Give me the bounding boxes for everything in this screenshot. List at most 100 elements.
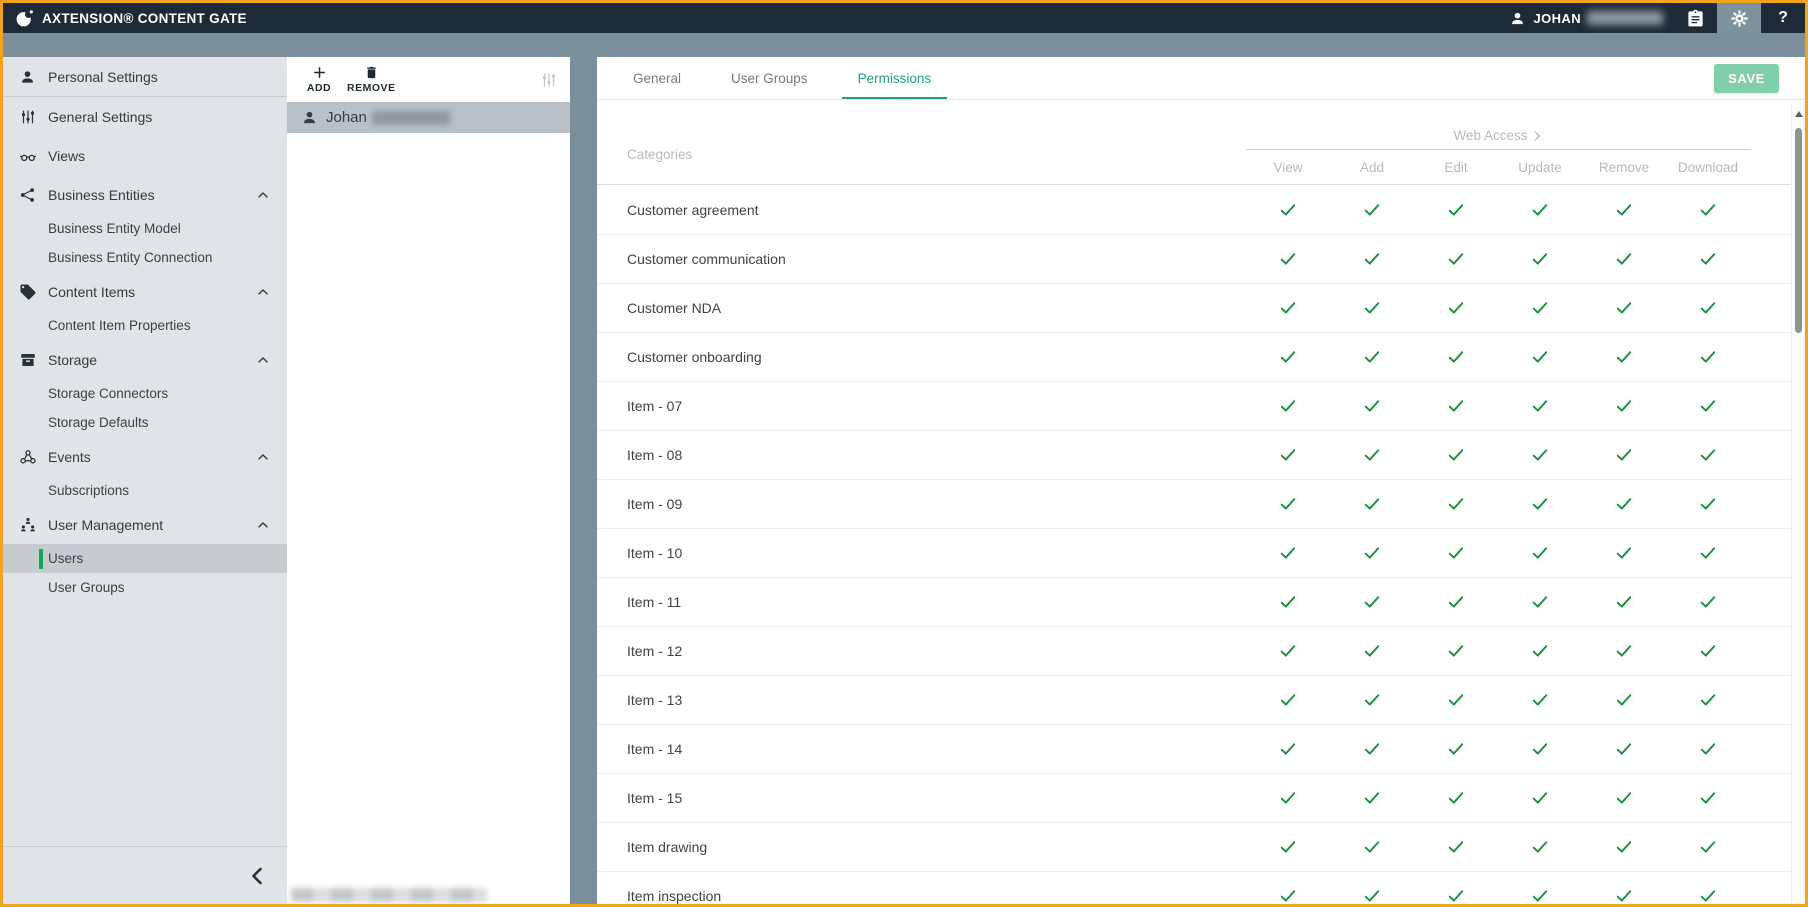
permission-cell-edit[interactable] xyxy=(1414,872,1498,905)
permission-cell-view[interactable] xyxy=(1246,627,1330,676)
permission-cell-view[interactable] xyxy=(1246,235,1330,284)
permission-cell-add[interactable] xyxy=(1330,186,1414,235)
sidebar-item-storage-connectors[interactable]: Storage Connectors xyxy=(3,379,287,408)
collapse-sidebar-button[interactable] xyxy=(243,861,273,891)
permission-cell-download[interactable] xyxy=(1666,676,1750,725)
permission-cell-remove[interactable] xyxy=(1582,676,1666,725)
permission-cell-edit[interactable] xyxy=(1414,333,1498,382)
permission-cell-edit[interactable] xyxy=(1414,823,1498,872)
permission-cell-update[interactable] xyxy=(1498,186,1582,235)
permission-cell-update[interactable] xyxy=(1498,235,1582,284)
save-button[interactable]: SAVE xyxy=(1714,64,1779,93)
permission-cell-update[interactable] xyxy=(1498,431,1582,480)
permission-cell-download[interactable] xyxy=(1666,578,1750,627)
permission-cell-edit[interactable] xyxy=(1414,529,1498,578)
permission-cell-update[interactable] xyxy=(1498,823,1582,872)
sidebar-item-user-management[interactable]: User Management xyxy=(3,505,287,544)
permission-cell-edit[interactable] xyxy=(1414,578,1498,627)
permission-cell-remove[interactable] xyxy=(1582,431,1666,480)
permission-cell-edit[interactable] xyxy=(1414,186,1498,235)
permission-cell-remove[interactable] xyxy=(1582,235,1666,284)
sidebar-item-subscriptions[interactable]: Subscriptions xyxy=(3,476,287,505)
scrollbar-thumb[interactable] xyxy=(1795,128,1802,333)
vertical-scrollbar[interactable] xyxy=(1791,103,1805,904)
add-user-button[interactable]: ADD xyxy=(297,59,341,101)
permission-cell-remove[interactable] xyxy=(1582,333,1666,382)
permission-cell-view[interactable] xyxy=(1246,333,1330,382)
sidebar-item-business-entity-connection[interactable]: Business Entity Connection xyxy=(3,243,287,272)
permission-cell-download[interactable] xyxy=(1666,333,1750,382)
permission-cell-add[interactable] xyxy=(1330,431,1414,480)
sidebar-item-personal-settings[interactable]: Personal Settings xyxy=(3,57,287,96)
sidebar-item-users[interactable]: Users xyxy=(3,544,287,573)
permission-cell-update[interactable] xyxy=(1498,529,1582,578)
permission-cell-edit[interactable] xyxy=(1414,627,1498,676)
permission-cell-update[interactable] xyxy=(1498,578,1582,627)
settings-button[interactable] xyxy=(1717,3,1761,33)
permission-cell-edit[interactable] xyxy=(1414,235,1498,284)
permission-cell-add[interactable] xyxy=(1330,578,1414,627)
sidebar-item-user-groups[interactable]: User Groups xyxy=(3,573,287,602)
permission-cell-remove[interactable] xyxy=(1582,872,1666,905)
permission-cell-add[interactable] xyxy=(1330,529,1414,578)
tab-user-groups[interactable]: User Groups xyxy=(715,57,824,99)
remove-user-button[interactable]: REMOVE xyxy=(347,59,396,101)
permission-cell-view[interactable] xyxy=(1246,578,1330,627)
sidebar-item-content-item-properties[interactable]: Content Item Properties xyxy=(3,311,287,340)
permission-cell-add[interactable] xyxy=(1330,480,1414,529)
permission-cell-update[interactable] xyxy=(1498,382,1582,431)
permission-cell-view[interactable] xyxy=(1246,872,1330,905)
permission-cell-add[interactable] xyxy=(1330,872,1414,905)
permission-cell-add[interactable] xyxy=(1330,823,1414,872)
permission-cell-download[interactable] xyxy=(1666,284,1750,333)
permission-cell-download[interactable] xyxy=(1666,186,1750,235)
permission-cell-download[interactable] xyxy=(1666,725,1750,774)
tab-general[interactable]: General xyxy=(617,57,697,99)
sidebar-item-storage-defaults[interactable]: Storage Defaults xyxy=(3,408,287,437)
sidebar-item-views[interactable]: Views xyxy=(3,136,287,175)
permission-cell-edit[interactable] xyxy=(1414,284,1498,333)
permission-cell-add[interactable] xyxy=(1330,284,1414,333)
permission-cell-remove[interactable] xyxy=(1582,725,1666,774)
permission-cell-view[interactable] xyxy=(1246,382,1330,431)
permission-cell-add[interactable] xyxy=(1330,235,1414,284)
scroll-up-arrow[interactable] xyxy=(1794,111,1803,117)
permission-cell-remove[interactable] xyxy=(1582,480,1666,529)
sidebar-item-storage[interactable]: Storage xyxy=(3,340,287,379)
permission-cell-download[interactable] xyxy=(1666,627,1750,676)
permission-cell-download[interactable] xyxy=(1666,872,1750,905)
permission-cell-remove[interactable] xyxy=(1582,284,1666,333)
permission-cell-remove[interactable] xyxy=(1582,578,1666,627)
sidebar-item-business-entity-model[interactable]: Business Entity Model xyxy=(3,214,287,243)
permission-cell-view[interactable] xyxy=(1246,480,1330,529)
permission-cell-update[interactable] xyxy=(1498,774,1582,823)
sidebar-item-business-entities[interactable]: Business Entities xyxy=(3,175,287,214)
permission-cell-view[interactable] xyxy=(1246,186,1330,235)
permission-cell-view[interactable] xyxy=(1246,823,1330,872)
permission-cell-download[interactable] xyxy=(1666,529,1750,578)
permission-cell-update[interactable] xyxy=(1498,480,1582,529)
sidebar-item-events[interactable]: Events xyxy=(3,437,287,476)
permission-cell-remove[interactable] xyxy=(1582,382,1666,431)
permission-cell-edit[interactable] xyxy=(1414,480,1498,529)
permission-cell-add[interactable] xyxy=(1330,382,1414,431)
permission-cell-edit[interactable] xyxy=(1414,774,1498,823)
web-access-group-header[interactable]: Web Access xyxy=(1246,100,1751,150)
permission-cell-download[interactable] xyxy=(1666,235,1750,284)
permission-cell-download[interactable] xyxy=(1666,382,1750,431)
permission-cell-edit[interactable] xyxy=(1414,725,1498,774)
permission-cell-view[interactable] xyxy=(1246,676,1330,725)
permission-cell-view[interactable] xyxy=(1246,431,1330,480)
user-list-item-johan[interactable]: Johan xyxy=(287,102,570,133)
help-button[interactable]: ? xyxy=(1761,3,1805,33)
permission-cell-update[interactable] xyxy=(1498,627,1582,676)
tab-permissions[interactable]: Permissions xyxy=(841,57,948,99)
permission-cell-download[interactable] xyxy=(1666,774,1750,823)
permission-cell-add[interactable] xyxy=(1330,725,1414,774)
permission-cell-view[interactable] xyxy=(1246,725,1330,774)
permission-cell-remove[interactable] xyxy=(1582,774,1666,823)
permission-cell-remove[interactable] xyxy=(1582,627,1666,676)
permission-cell-update[interactable] xyxy=(1498,333,1582,382)
permission-cell-view[interactable] xyxy=(1246,774,1330,823)
permission-cell-edit[interactable] xyxy=(1414,431,1498,480)
